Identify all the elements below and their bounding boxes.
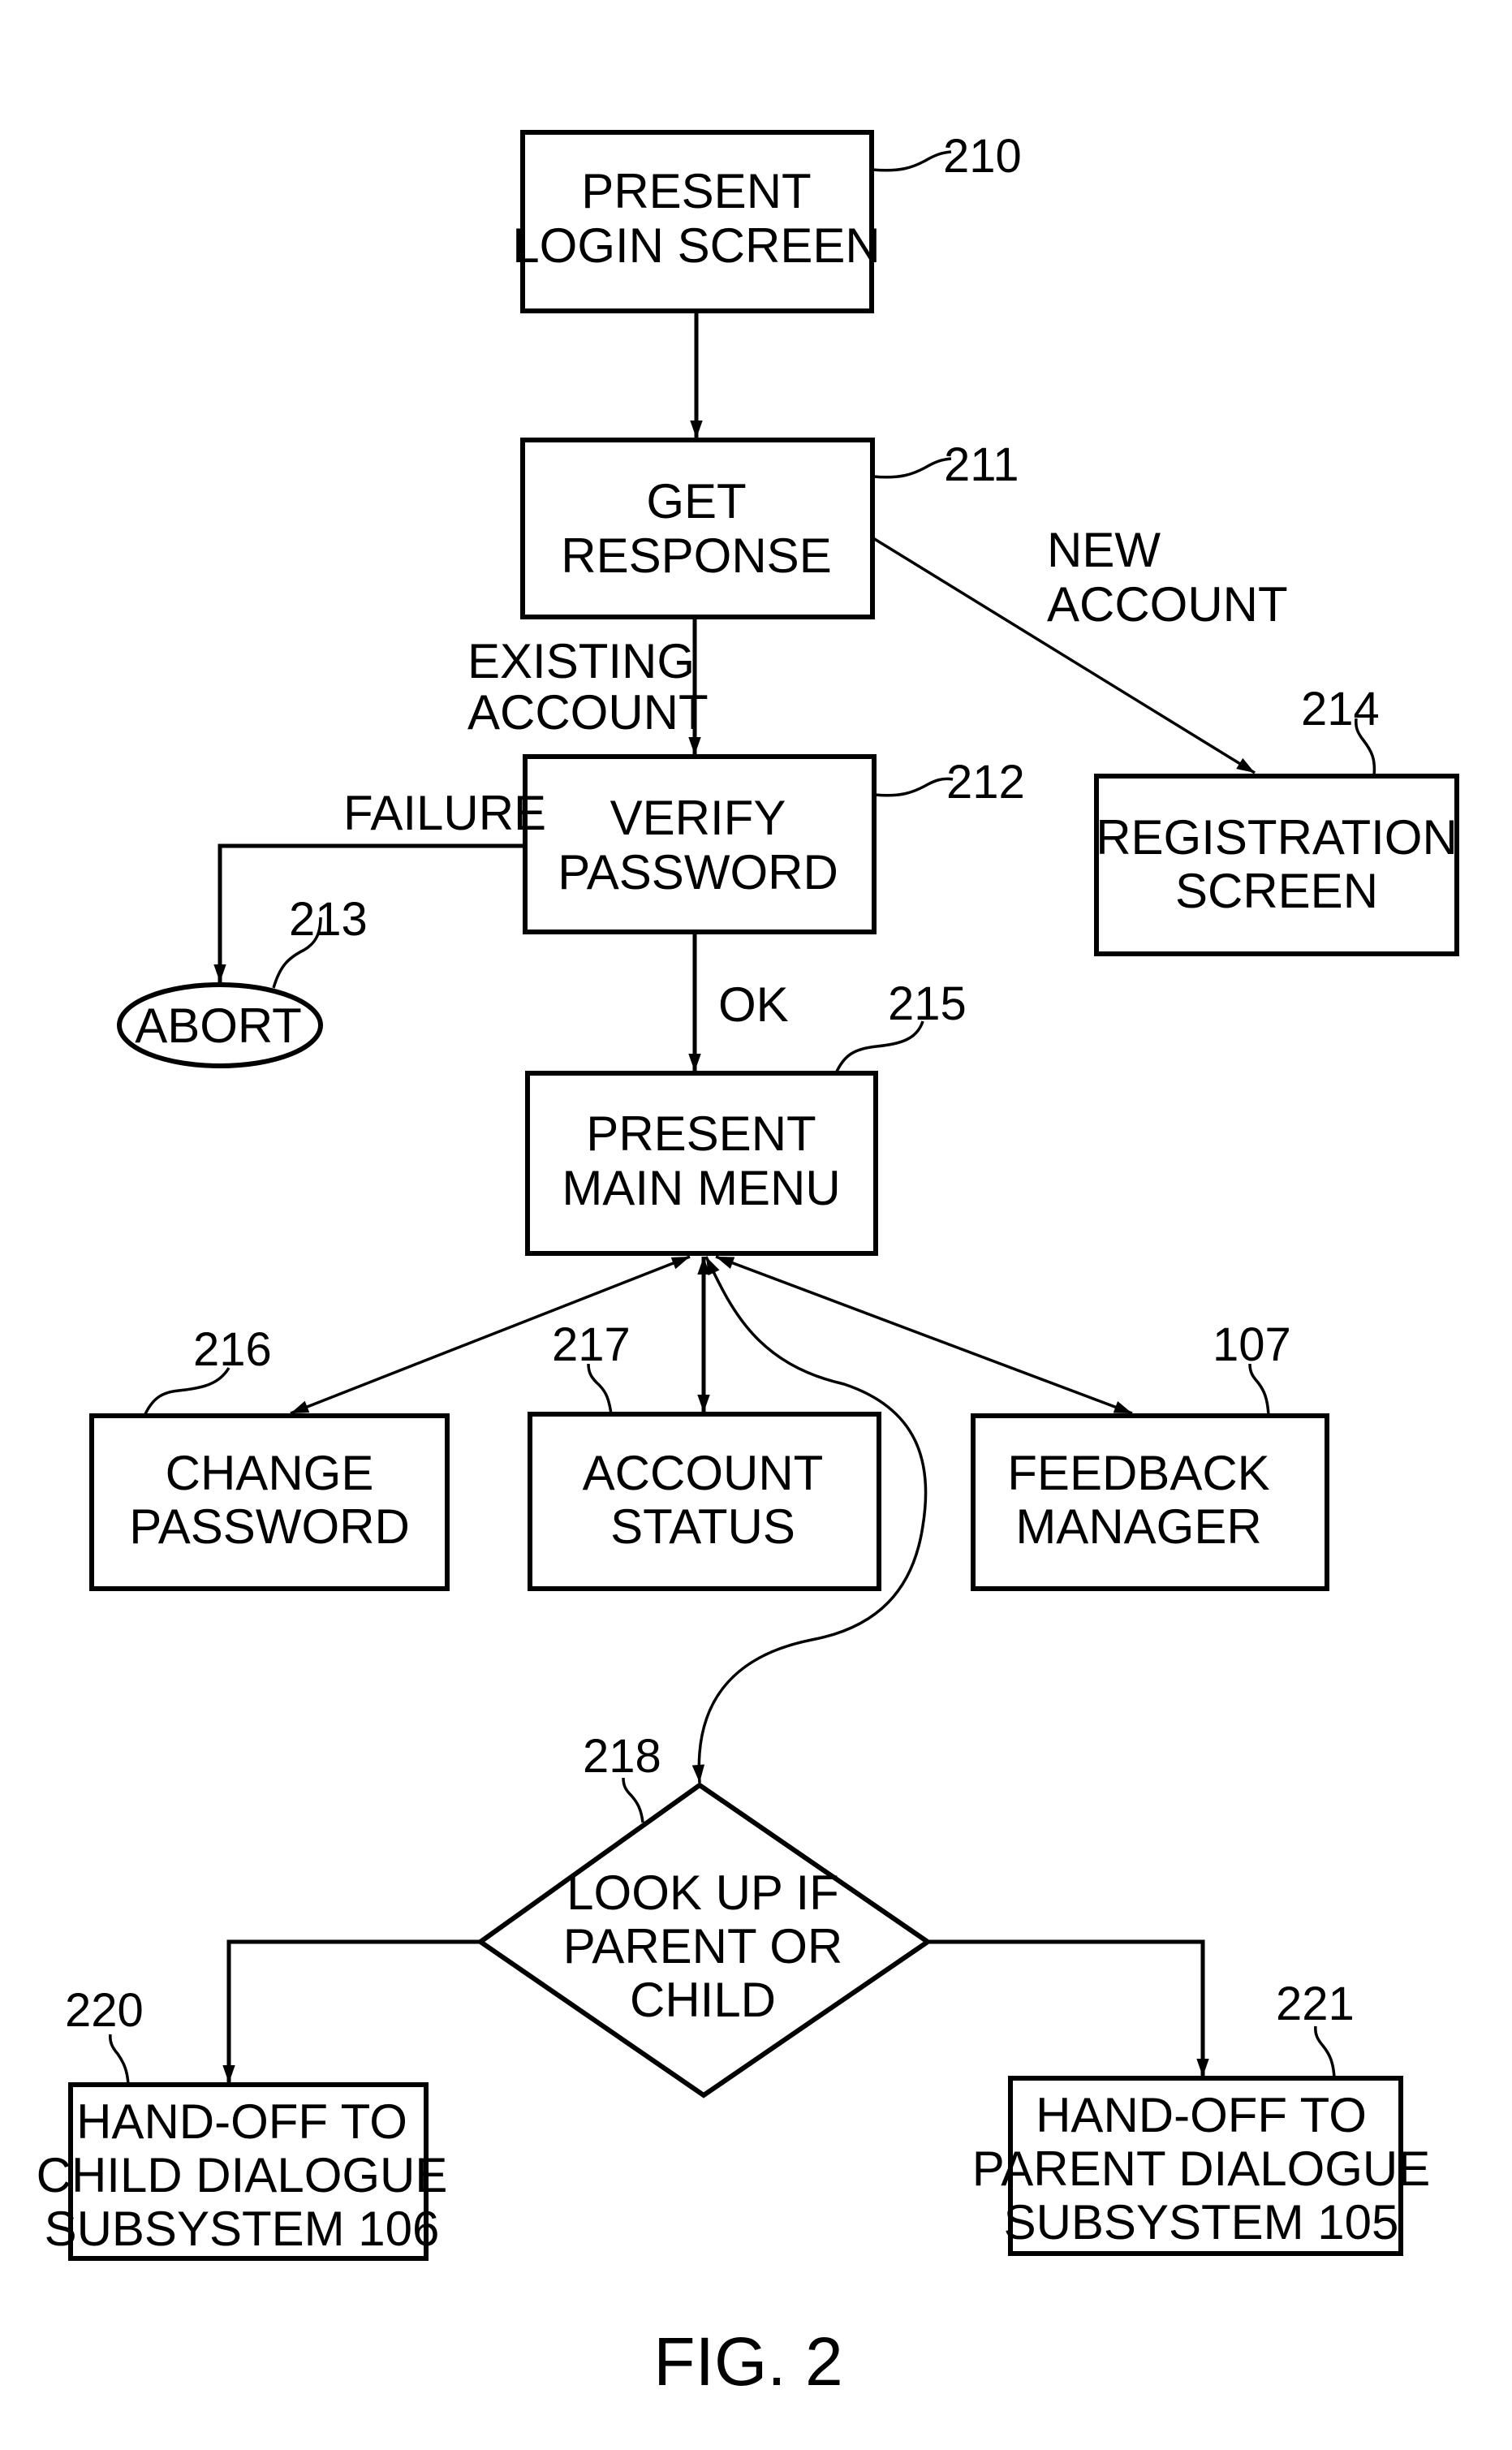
- leader-107: [1248, 1363, 1270, 1417]
- ref-107: 107: [1213, 1318, 1291, 1371]
- node-text: CHANGE: [166, 1446, 374, 1500]
- leader-210: [872, 150, 952, 172]
- node-text: ACCOUNT: [583, 1446, 824, 1500]
- node-account-status: ACCOUNT STATUS: [528, 1412, 881, 1591]
- node-present-main-menu: PRESENT MAIN MENU: [525, 1071, 878, 1256]
- node-get-response: GET RESPONSE: [520, 438, 875, 619]
- edge-mainmenu-feedback: [715, 1255, 1133, 1415]
- flowchart: PRESENT LOGIN SCREEN GET RESPONSE VERIFY…: [37, 130, 1459, 2400]
- edge-label-account: ACCOUNT: [1047, 577, 1288, 632]
- edge-lookup-to-child: [222, 1939, 480, 2083]
- ref-211: 211: [944, 438, 1019, 491]
- edge-verify-to-abort: [213, 843, 525, 982]
- leader-212: [874, 777, 954, 797]
- ref-216: 216: [193, 1323, 272, 1376]
- node-feedback-manager: FEEDBACK MANAGER: [971, 1413, 1329, 1591]
- ref-215: 215: [888, 977, 967, 1030]
- ref-212: 212: [946, 756, 1025, 809]
- leader-211: [872, 457, 952, 479]
- node-text: MAIN MENU: [562, 1161, 840, 1215]
- edge-label-existing: EXISTING: [467, 634, 695, 688]
- edge-label-new: NEW: [1047, 523, 1161, 577]
- edge-label-ok: OK: [718, 977, 789, 1032]
- node-text: ABORT: [135, 999, 302, 1053]
- node-text: HAND-OFF TO: [76, 2094, 407, 2149]
- node-present-login: PRESENT LOGIN SCREEN: [512, 130, 881, 313]
- node-text: SCREEN: [1175, 864, 1378, 918]
- node-text: CHILD: [630, 1973, 776, 2027]
- node-text: MANAGER: [1015, 1499, 1261, 1554]
- node-registration-screen: REGISTRATION SCREEN: [1094, 774, 1459, 956]
- node-handoff-parent: HAND-OFF TO PARENT DIALOGUE SUBSYSTEM 10…: [972, 2076, 1431, 2256]
- node-text: REGISTRATION: [1096, 810, 1458, 865]
- ref-213: 213: [289, 893, 368, 946]
- leader-218: [622, 1777, 644, 1823]
- node-text: VERIFY: [610, 791, 786, 845]
- node-text: FEEDBACK: [1007, 1446, 1269, 1500]
- edge-label-account: ACCOUNT: [467, 685, 709, 740]
- node-text: PASSWORD: [129, 1499, 410, 1554]
- ref-217: 217: [552, 1318, 631, 1371]
- edge-lookup-to-parent: [928, 1939, 1209, 2077]
- node-text: PARENT OR: [563, 1919, 843, 1973]
- node-verify-password: VERIFY PASSWORD: [523, 754, 877, 934]
- figure-title: FIG. 2: [653, 2323, 842, 2400]
- node-text: CHILD DIALOGUE: [37, 2148, 448, 2202]
- node-text: STATUS: [610, 1499, 795, 1554]
- leader-220: [109, 2034, 130, 2086]
- node-text: PASSWORD: [558, 845, 838, 899]
- ref-221: 221: [1276, 1978, 1355, 2030]
- node-text: RESPONSE: [561, 528, 831, 583]
- node-text: GET: [646, 474, 746, 528]
- node-text: HAND-OFF TO: [1036, 2088, 1367, 2142]
- leader-221: [1314, 2025, 1336, 2079]
- node-text: LOGIN SCREEN: [512, 218, 880, 273]
- edge-label-failure: FAILURE: [343, 786, 546, 840]
- node-text: SUBSYSTEM 106: [45, 2202, 440, 2256]
- node-text: SUBSYSTEM 105: [1004, 2195, 1399, 2249]
- ref-214: 214: [1301, 683, 1380, 735]
- node-text: PRESENT: [581, 164, 811, 218]
- node-handoff-child: HAND-OFF TO CHILD DIALOGUE SUBSYSTEM 106: [37, 2082, 448, 2261]
- node-text: PRESENT: [586, 1106, 816, 1161]
- node-text: PARENT DIALOGUE: [972, 2142, 1431, 2196]
- node-change-password: CHANGE PASSWORD: [89, 1413, 450, 1591]
- leader-217: [587, 1363, 613, 1415]
- node-lookup-parent-child: LOOK UP IF PARENT OR CHILD: [476, 1782, 933, 2098]
- ref-218: 218: [583, 1730, 661, 1783]
- ref-220: 220: [65, 1984, 144, 2037]
- node-text: LOOK UP IF: [566, 1866, 839, 1920]
- node-abort: ABORT: [117, 982, 323, 1068]
- ref-210: 210: [943, 130, 1022, 183]
